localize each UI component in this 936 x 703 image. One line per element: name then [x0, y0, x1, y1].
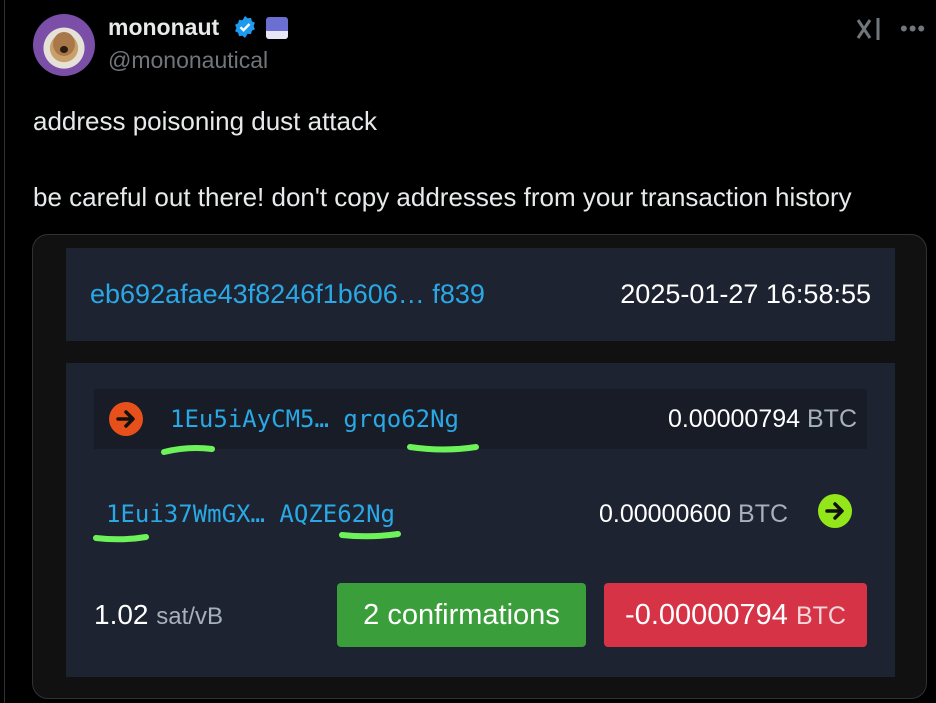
handle[interactable]: @mononautical: [108, 47, 268, 74]
highlight-mark: [339, 531, 401, 540]
avatar-mouth: [60, 46, 68, 53]
affiliate-flag-icon[interactable]: [266, 17, 288, 39]
output-amount-unit: BTC: [738, 500, 789, 528]
output-amount: 0.00000600 BTC: [599, 500, 788, 529]
arrow-right-icon[interactable]: [817, 493, 853, 529]
net-amount-unit: BTC: [795, 602, 846, 630]
input-amount-unit: BTC: [807, 405, 857, 433]
verified-badge-icon[interactable]: [233, 15, 257, 39]
arrow-right-icon[interactable]: [108, 401, 144, 437]
tx-details-panel: 1Eu5iAyCM5… grqo62Ng 0.00000794 BTC 1Eui…: [66, 363, 895, 677]
tx-timestamp: 2025-01-27 16:58:55: [620, 279, 871, 309]
input-amount: 0.00000794 BTC: [668, 405, 857, 434]
highlight-mark: [161, 445, 215, 455]
grok-icon[interactable]: [856, 16, 884, 42]
post-text-line-1: address poisoning dust attack: [33, 106, 377, 136]
timeline-divider: [4, 0, 5, 703]
output-address-link[interactable]: 1Eui37WmGX… AQZE62Ng: [106, 500, 395, 528]
media-card[interactable]: eb692afae43f8246f1b606… f839 2025-01-27 …: [32, 234, 927, 699]
avatar[interactable]: [33, 14, 95, 76]
input-address-link[interactable]: 1Eu5iAyCM5… grqo62Ng: [170, 405, 459, 433]
output-amount-value: 0.00000600: [599, 500, 732, 528]
fee-rate: 1.02 sat/vB: [94, 599, 223, 631]
fee-rate-value: 1.02: [94, 599, 149, 630]
net-amount-badge[interactable]: -0.00000794 BTC: [604, 583, 867, 647]
txid-link[interactable]: eb692afae43f8246f1b606… f839: [90, 279, 485, 310]
display-name[interactable]: mononaut: [108, 14, 219, 41]
fee-rate-unit: sat/vB: [156, 603, 223, 630]
highlight-mark: [407, 444, 479, 453]
input-amount-value: 0.00000794: [667, 405, 801, 433]
tx-header-panel: eb692afae43f8246f1b606… f839 2025-01-27 …: [66, 248, 895, 341]
net-amount-value: -0.00000794: [625, 599, 788, 631]
highlight-mark: [93, 534, 149, 543]
confirmations-badge[interactable]: 2 confirmations: [337, 583, 586, 647]
post-text-line-2: be careful out there! don't copy address…: [33, 182, 852, 212]
more-icon[interactable]: •••: [900, 16, 926, 42]
input-row: 1Eu5iAyCM5… grqo62Ng 0.00000794 BTC: [94, 389, 867, 449]
